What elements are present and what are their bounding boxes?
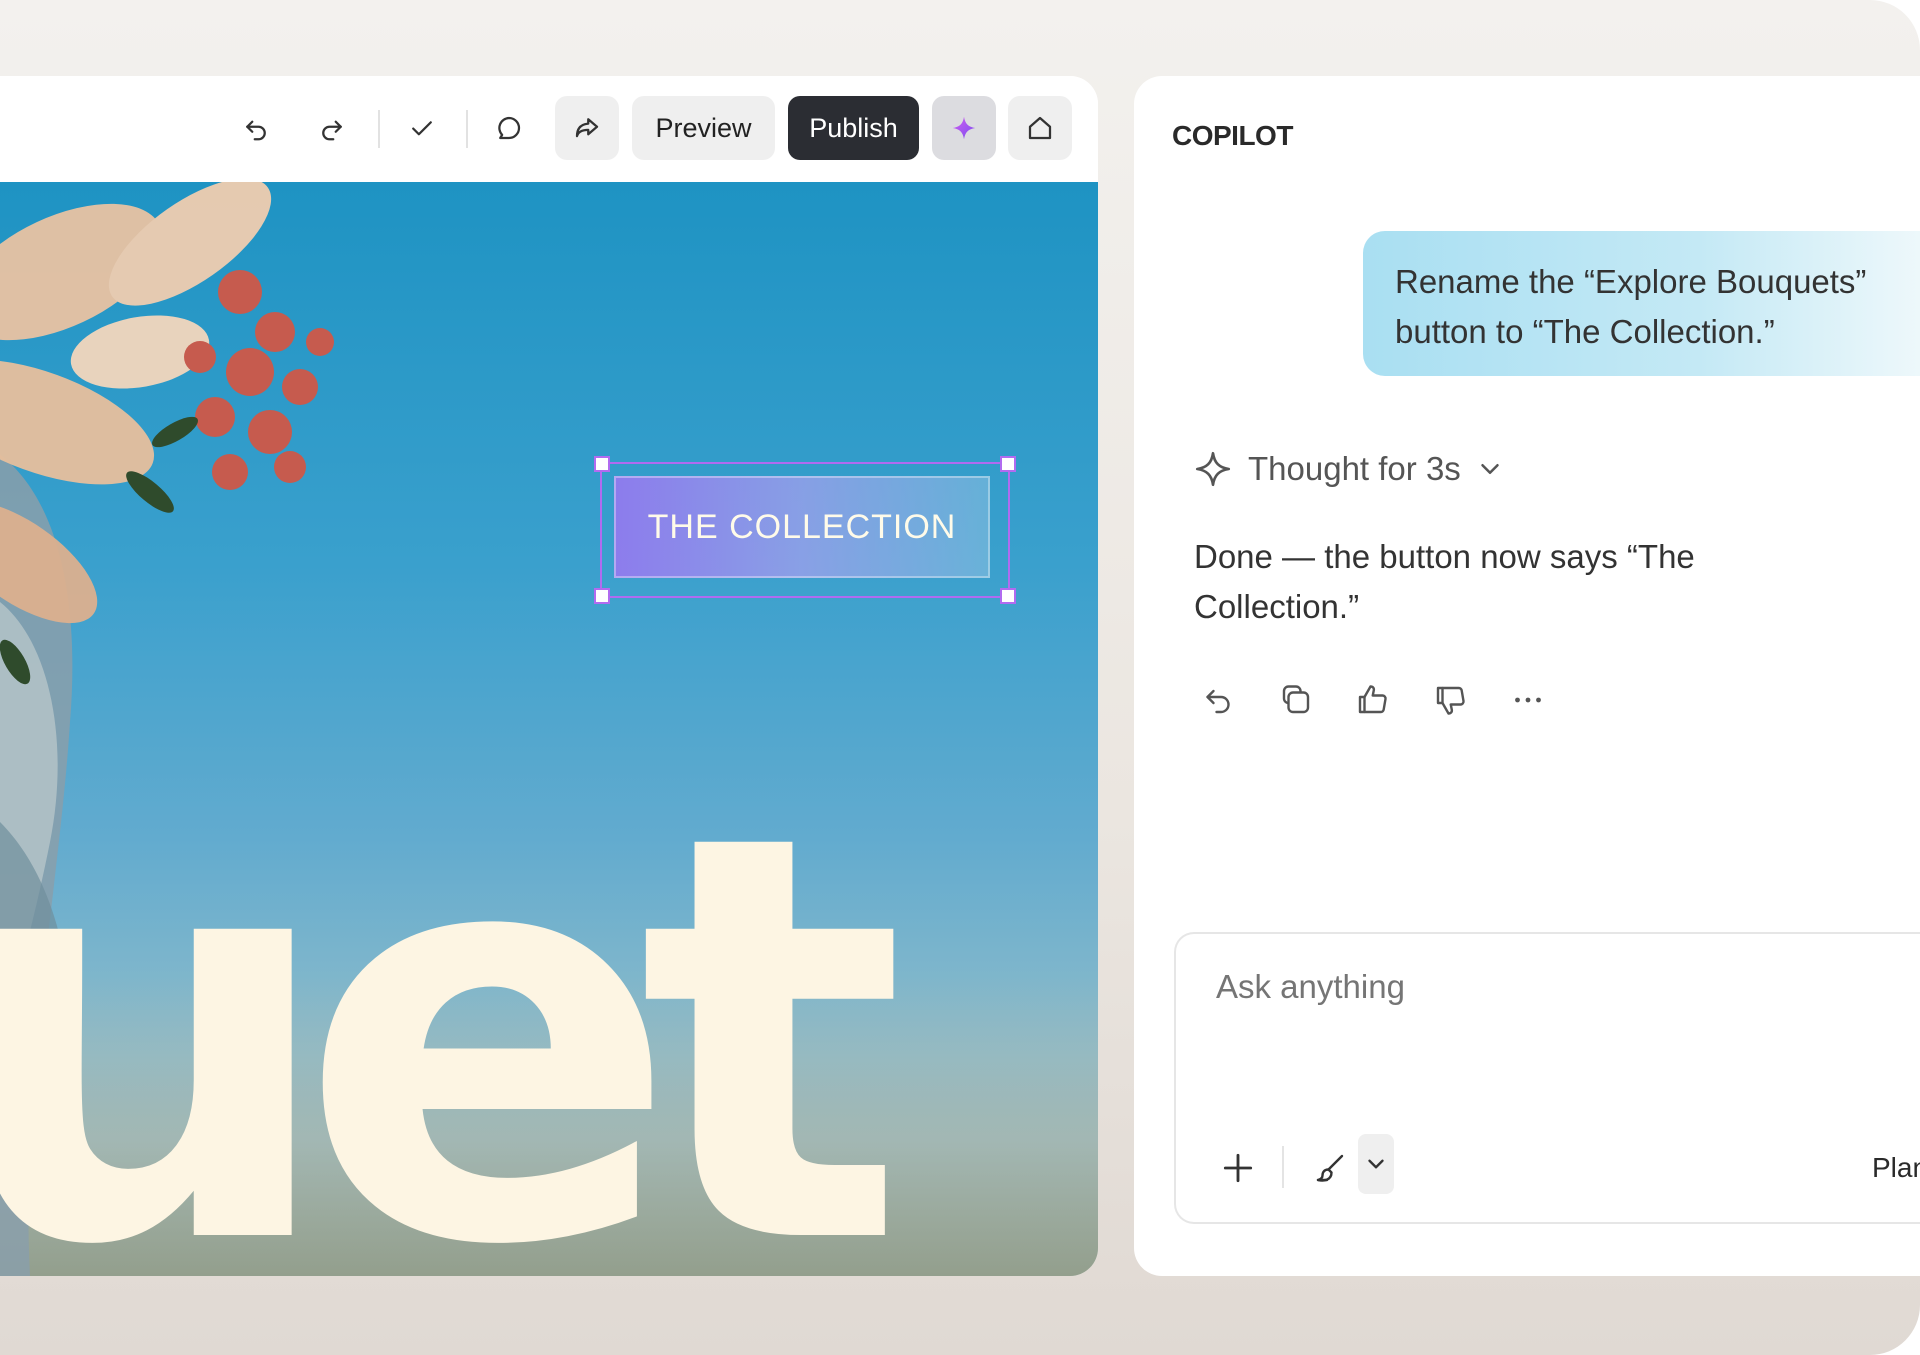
undo-button[interactable]	[224, 96, 288, 160]
redo-icon	[322, 120, 342, 141]
retry-button[interactable]	[1194, 676, 1242, 724]
composer-divider	[1282, 1146, 1284, 1188]
sparkle-outline-icon	[1195, 451, 1231, 487]
style-dropdown-button[interactable]	[1358, 1134, 1394, 1194]
thought-label: Thought for 3s	[1248, 450, 1461, 487]
thumbs-down-icon	[1436, 686, 1465, 715]
more-icon	[1515, 697, 1541, 703]
share-icon	[575, 118, 599, 138]
redo-button[interactable]	[300, 96, 364, 160]
thumbs-up-icon	[1358, 685, 1387, 714]
home-icon	[1028, 116, 1052, 140]
editor-toolbar: Preview Publish	[0, 76, 1098, 182]
copilot-panel: COPILOT Rename the “Explore Bouquets” bu…	[1134, 76, 1920, 1276]
share-button[interactable]	[555, 96, 619, 160]
style-tool-button[interactable]	[1304, 1142, 1356, 1194]
check-button[interactable]	[390, 96, 454, 160]
assistant-answer: Done — the button now says “The Collecti…	[1194, 538, 1695, 625]
resize-handle-bottom-left[interactable]	[594, 588, 610, 604]
plan-mode-toggle[interactable]: Plan	[1872, 1152, 1920, 1184]
add-attachment-button[interactable]	[1212, 1142, 1264, 1194]
thought-toggle[interactable]: Thought for 3s	[1192, 441, 1505, 497]
sparkle-icon	[952, 116, 976, 140]
brush-icon	[1316, 1154, 1344, 1182]
thumbs-up-button[interactable]	[1348, 676, 1396, 724]
more-options-button[interactable]	[1504, 676, 1552, 724]
chevron-down-icon	[1481, 464, 1499, 474]
thumbs-down-button[interactable]	[1426, 676, 1474, 724]
copy-icon	[1282, 685, 1310, 714]
chat-composer: Plan	[1174, 932, 1920, 1224]
publish-button[interactable]: Publish	[788, 96, 919, 160]
resize-handle-bottom-right[interactable]	[1000, 588, 1016, 604]
preview-button[interactable]: Preview	[632, 96, 775, 160]
check-icon	[412, 121, 432, 136]
editor-panel: Preview Publish uet THE COLLECTION	[0, 76, 1098, 1276]
comment-button[interactable]	[477, 96, 541, 160]
copilot-title: COPILOT	[1172, 120, 1293, 151]
undo-icon	[246, 120, 266, 141]
copy-button[interactable]	[1272, 676, 1320, 724]
app-frame: Preview Publish uet THE COLLECTION COPIL…	[0, 0, 1920, 1355]
hero-heading[interactable]: uet	[0, 762, 906, 1276]
resize-handle-top-right[interactable]	[1000, 456, 1016, 472]
chevron-down-icon	[1368, 1159, 1384, 1169]
user-message-bubble: Rename the “Explore Bouquets” button to …	[1363, 231, 1920, 376]
selection-outline	[594, 456, 1016, 604]
design-canvas[interactable]: uet THE COLLECTION	[0, 182, 1098, 1276]
toolbar-divider	[378, 110, 380, 148]
comment-icon	[498, 116, 521, 140]
resize-handle-top-left[interactable]	[594, 456, 610, 472]
toolbar-divider	[466, 110, 468, 148]
undo-icon	[1206, 689, 1230, 714]
copilot-toggle-button[interactable]	[932, 96, 996, 160]
chat-input[interactable]	[1216, 968, 1816, 1006]
plus-icon	[1223, 1153, 1253, 1183]
home-button[interactable]	[1008, 96, 1072, 160]
